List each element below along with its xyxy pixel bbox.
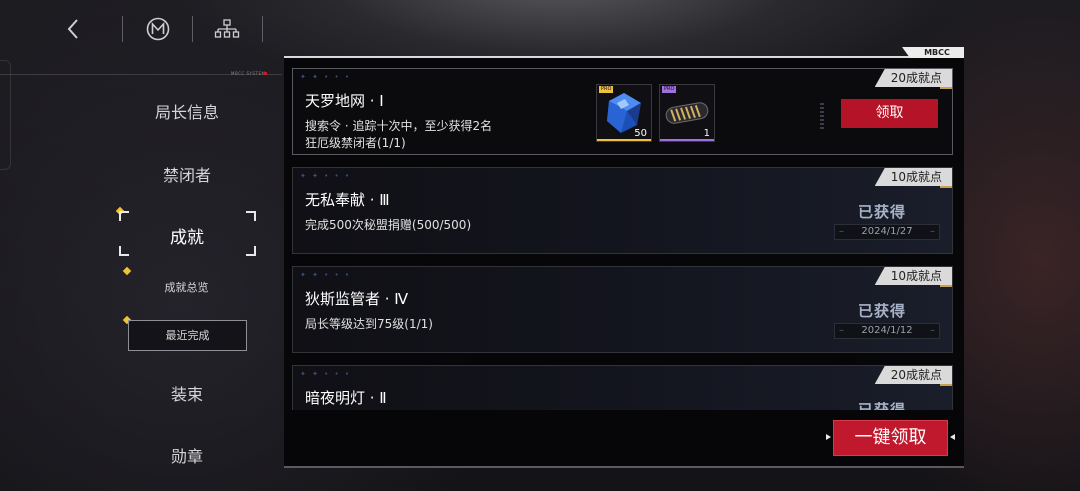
reward-item[interactable]: PRO 50 <box>596 84 652 142</box>
home-button[interactable] <box>142 14 174 44</box>
reward-count: 50 <box>634 128 647 139</box>
mbcc-logo-icon <box>146 17 170 41</box>
top-bar <box>0 0 280 56</box>
rarity-bar <box>597 139 651 141</box>
achievement-panel: MBCC ✦ ✦ • • • 天罗地网 · Ⅰ 搜索令 · 追踪十次中，至少获得… <box>284 47 964 468</box>
card-decoration: ✦ ✦ • • • <box>300 370 352 378</box>
rarity-bar <box>660 139 714 141</box>
claim-all-button[interactable]: 一键领取 <box>833 420 948 456</box>
achievement-description: 完成500次秘盟捐赠(500/500) <box>305 218 472 232</box>
bottom-bar: 一键领取 <box>284 410 964 466</box>
side-frame <box>0 60 11 170</box>
nav-item-achievements[interactable]: 成就 <box>120 223 254 248</box>
status-dot <box>264 72 267 75</box>
nav-item-outfits[interactable]: 装束 <box>120 381 254 405</box>
chevron-left-icon <box>67 19 78 39</box>
claim-button[interactable]: 领取 <box>841 99 938 128</box>
achievement-list[interactable]: ✦ ✦ • • • 天罗地网 · Ⅰ 搜索令 · 追踪十次中，至少获得2名 狂厄… <box>284 58 964 466</box>
points-badge: 10成就点 <box>874 267 952 285</box>
points-strip <box>940 186 952 188</box>
divider <box>122 16 123 42</box>
card-decoration: ✦ ✦ • • • <box>300 73 352 81</box>
card-divider <box>820 101 824 129</box>
points-badge: 20成就点 <box>874 69 952 87</box>
points-strip <box>940 384 952 386</box>
frame-corner <box>246 211 256 221</box>
divider <box>262 16 263 42</box>
sub-item-recently-completed[interactable]: 最近完成 <box>128 320 247 351</box>
achievement-description: 局长等级达到75级(1/1) <box>305 317 433 331</box>
achievement-card: ✦ ✦ • • • 无私奉献 · Ⅲ 完成500次秘盟捐赠(500/500) 已… <box>292 167 953 254</box>
claimed-date: 2024/1/27 <box>834 224 940 240</box>
divider <box>192 16 193 42</box>
frame-corner <box>119 211 129 221</box>
claimed-label: 已获得 <box>857 203 906 221</box>
achievement-card: ✦ ✦ • • • 狄斯监管者 · Ⅳ 局长等级达到75级(1/1) 已获得 2… <box>292 266 953 353</box>
points-strip <box>940 285 952 287</box>
card-decoration: ✦ ✦ • • • <box>300 271 352 279</box>
card-decoration: ✦ ✦ • • • <box>300 172 352 180</box>
back-button[interactable] <box>58 14 88 44</box>
reward-item[interactable]: PRO 1 <box>659 84 715 142</box>
claimed-date: 2024/1/12 <box>834 323 940 339</box>
achievement-card: ✦ ✦ • • • 天罗地网 · Ⅰ 搜索令 · 追踪十次中，至少获得2名 狂厄… <box>292 68 953 155</box>
achievement-title: 无私奉献 · Ⅲ <box>305 191 390 209</box>
achievement-title: 暗夜明灯 · Ⅱ <box>305 389 387 407</box>
achievement-description: 搜索令 · 追踪十次中，至少获得2名 狂厄级禁闭者(1/1) <box>305 119 493 150</box>
points-strip <box>940 87 952 89</box>
arrow-left-icon <box>950 434 955 440</box>
nav-item-medals[interactable]: 勋章 <box>120 443 254 467</box>
nav-item-sinners[interactable]: 禁闭者 <box>120 162 254 186</box>
points-badge: 20成就点 <box>874 366 952 384</box>
sub-item-achievement-overview[interactable]: 成就总览 <box>128 273 245 302</box>
hierarchy-icon <box>214 19 240 38</box>
achievement-title: 天罗地网 · Ⅰ <box>305 92 384 110</box>
system-label: MBCC SYSTEM <box>231 71 266 76</box>
arrow-right-icon <box>826 434 831 440</box>
achievement-title: 狄斯监管者 · Ⅳ <box>305 290 409 308</box>
claimed-label: 已获得 <box>857 302 906 320</box>
mbcc-tag: MBCC <box>902 47 964 58</box>
nav-item-director-info[interactable]: 局长信息 <box>120 99 254 123</box>
reward-count: 1 <box>703 128 710 139</box>
points-badge: 10成就点 <box>874 168 952 186</box>
structure-button[interactable] <box>212 14 242 44</box>
